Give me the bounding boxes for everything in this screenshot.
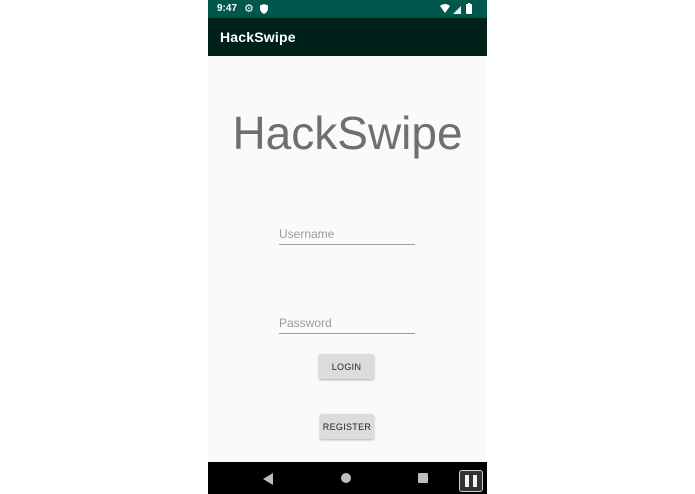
hero-title: HackSwipe bbox=[232, 107, 463, 159]
status-icons bbox=[439, 3, 479, 15]
username-field[interactable] bbox=[279, 224, 415, 245]
pause-icon[interactable] bbox=[459, 470, 483, 492]
app-bar-title: HackSwipe bbox=[220, 29, 296, 45]
status-time: 9:47 bbox=[217, 3, 238, 14]
login-content: HackSwipe LOGIN REGISTER bbox=[208, 56, 487, 462]
back-icon[interactable] bbox=[263, 472, 273, 490]
home-icon[interactable] bbox=[341, 473, 351, 483]
app-bar: HackSwipe bbox=[208, 18, 487, 56]
wifi-icon bbox=[440, 4, 450, 13]
register-button[interactable]: REGISTER bbox=[320, 414, 374, 439]
status-bar: 9:47 ⚙ bbox=[208, 0, 487, 18]
shield-icon bbox=[260, 4, 268, 17]
login-button[interactable]: LOGIN bbox=[319, 354, 374, 379]
recents-icon[interactable] bbox=[418, 473, 428, 483]
navigation-bar bbox=[208, 462, 487, 494]
battery-icon bbox=[466, 3, 472, 14]
signal-icon bbox=[453, 6, 461, 14]
phone-screen: 9:47 ⚙ HackSwipe HackSwipe Username LOGI… bbox=[208, 0, 487, 494]
password-field[interactable] bbox=[279, 313, 415, 334]
gear-icon: ⚙ bbox=[244, 3, 254, 15]
